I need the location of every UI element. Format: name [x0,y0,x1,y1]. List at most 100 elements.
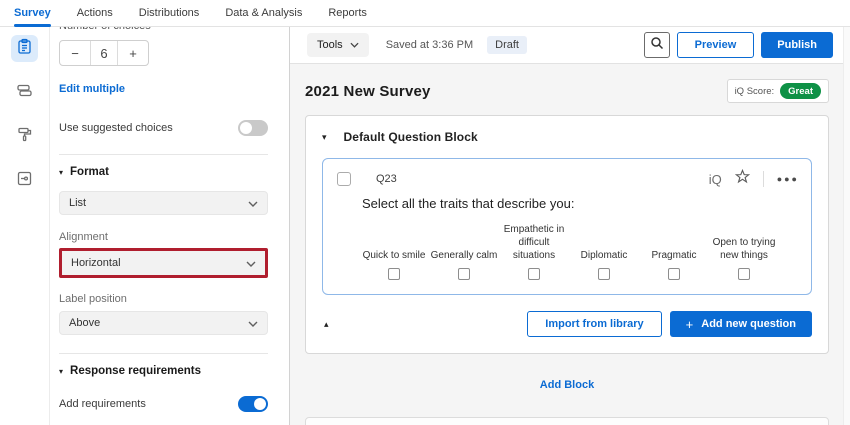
decrement-button[interactable]: − [60,41,90,65]
next-block-card[interactable] [305,417,829,425]
iq-assist-icon[interactable]: iQ [709,172,722,187]
choices-count-value[interactable]: 6 [90,41,118,65]
label-position-label: Label position [59,293,268,305]
choice-checkbox[interactable] [458,268,470,280]
tab-survey[interactable]: Survey [14,0,51,27]
use-suggested-choices-label: Use suggested choices [59,122,173,134]
alignment-value: Horizontal [71,257,121,269]
tab-actions[interactable]: Actions [77,0,113,27]
preview-button[interactable]: Preview [677,32,755,58]
alignment-dropdown[interactable]: Horizontal [62,251,265,275]
add-new-question-label: Add new question [701,318,796,330]
block-footer: ▴ Import from library + Add new question [322,295,812,353]
block-footer-buttons: Import from library + Add new question [527,311,812,337]
chevron-down-icon [248,314,258,332]
choice-item: Open to trying new things [709,223,779,294]
choices-count-stepper: − 6 + [59,40,149,66]
choice-checkbox[interactable] [598,268,610,280]
toggle-knob [240,122,252,134]
star-icon[interactable] [735,169,750,189]
iq-score-label: iQ Score: [735,86,775,97]
choices-row: Quick to smile Generally calm Empathetic… [359,223,799,294]
edit-multiple-link[interactable]: Edit multiple [59,83,268,95]
choice-item: Pragmatic [639,223,709,294]
toggle-knob [254,398,266,410]
tab-reports[interactable]: Reports [328,0,367,27]
chevron-down-icon [350,39,359,51]
add-requirements-row: Add requirements [59,396,268,412]
question-header: Q23 iQ ●●● [337,169,799,189]
add-requirements-label: Add requirements [59,398,146,410]
clipboard-list-icon [16,38,33,60]
choice-label[interactable]: Diplomatic [581,249,628,262]
question-select-checkbox[interactable] [337,172,351,186]
question-text[interactable]: Select all the traits that describe you: [362,196,799,211]
choice-label[interactable]: Pragmatic [651,249,696,262]
add-requirements-toggle[interactable] [238,396,268,412]
format-type-dropdown[interactable]: List [59,191,268,215]
response-requirements-header[interactable]: ▾ Response requirements [59,365,268,377]
top-navigation: Survey Actions Distributions Data & Anal… [0,0,850,27]
main-area: Tools Saved at 3:36 PM Draft Preview Pub… [290,27,843,425]
caret-down-icon: ▾ [322,132,327,143]
saved-status-text: Saved at 3:36 PM [386,39,473,51]
choice-item: Diplomatic [569,223,639,294]
question-settings-panel: Number of choices − 6 + Edit multiple Us… [51,27,290,425]
plus-icon: + [686,317,694,332]
draft-status-badge: Draft [487,36,527,54]
block-title: Default Question Block [344,130,478,144]
choice-checkbox[interactable] [388,268,400,280]
add-new-question-button[interactable]: + Add new question [670,311,812,337]
left-icon-rail [0,27,50,425]
block-header[interactable]: ▾ Default Question Block [322,116,812,158]
rail-item-blocks[interactable] [11,79,38,106]
choice-label[interactable]: Open to trying new things [709,236,779,262]
collapse-block-icon[interactable]: ▴ [324,319,329,330]
tab-data-analysis[interactable]: Data & Analysis [225,0,302,27]
question-actions: iQ ●●● [709,169,799,189]
question-id: Q23 [376,173,397,185]
increment-button[interactable]: + [118,41,148,65]
alignment-highlight-box: Horizontal [59,248,268,278]
rail-item-survey-options[interactable] [11,167,38,194]
caret-down-icon: ▾ [59,367,63,376]
iq-score-box: iQ Score: Great [727,79,829,103]
choice-checkbox[interactable] [738,268,750,280]
section-divider [59,154,268,155]
use-suggested-choices-toggle[interactable] [238,120,268,136]
add-block-row: Add Block [305,375,829,393]
choice-checkbox[interactable] [668,268,680,280]
more-options-icon[interactable]: ●●● [777,174,799,184]
slider-settings-icon [16,170,33,192]
format-section-title: Format [70,166,109,178]
rail-item-look-feel[interactable] [11,123,38,150]
tools-menu-button[interactable]: Tools [307,33,369,57]
survey-title-row: 2021 New Survey iQ Score: Great [305,76,829,106]
iq-score-badge[interactable]: Great [780,83,821,99]
caret-down-icon: ▾ [59,168,63,177]
choice-item: Empathetic in difficult situations [499,223,569,294]
choice-item: Quick to smile [359,223,429,294]
divider [763,171,764,187]
import-from-library-button[interactable]: Import from library [527,311,661,337]
tab-distributions[interactable]: Distributions [139,0,200,27]
rail-item-question-editor[interactable] [11,35,38,62]
survey-title: 2021 New Survey [305,83,431,100]
alignment-label: Alignment [59,231,268,243]
choice-item: Generally calm [429,223,499,294]
format-section-header[interactable]: ▾ Format [59,166,268,178]
add-block-link[interactable]: Add Block [540,379,594,391]
label-position-value: Above [69,317,100,329]
choice-label[interactable]: Generally calm [431,249,498,262]
publish-button[interactable]: Publish [761,32,833,58]
choice-checkbox[interactable] [528,268,540,280]
question-card[interactable]: Q23 iQ ●●● Select all the traits that de… [322,158,812,295]
choice-label[interactable]: Quick to smile [363,249,426,262]
scrollbar-track[interactable] [843,27,850,425]
chevron-down-icon [246,254,256,272]
label-position-dropdown[interactable]: Above [59,311,268,335]
paint-roller-icon [16,126,33,148]
choice-label[interactable]: Empathetic in difficult situations [499,223,569,262]
search-button[interactable] [644,32,670,58]
survey-canvas: 2021 New Survey iQ Score: Great ▾ Defaul… [290,64,843,425]
